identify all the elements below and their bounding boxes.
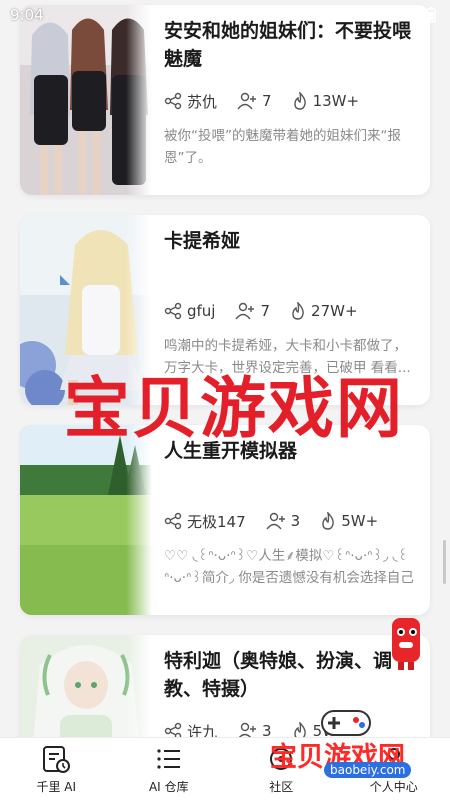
battery-icon [426,7,436,23]
share-icon [164,512,182,530]
card-description: 被你“投喂”的魅魔带着她的姐妹们来“报恩”了。 [164,128,401,166]
watermark-url: baobeiy.com [324,762,412,778]
character-card[interactable]: 人生重开模拟器 无极147 3 5W+ ♡♡ ◟꒰ᐢ·ᴗ·ᐢ꒱♡人生⸙模拟♡꒰ᐢ… [20,425,430,615]
flame-icon [292,302,304,320]
status-bar: 9:04 [0,0,450,30]
heat-meta: 27W+ [290,302,358,320]
status-icons [398,7,436,23]
calendar-clock-icon [43,745,71,773]
share-meta[interactable]: 许九 [164,721,218,738]
followers-meta: 7 [235,302,270,320]
status-time: 9:04 [10,6,44,24]
card-meta: 无极147 3 5W+ [164,509,418,533]
author-name: 许九 [187,722,218,738]
mascot-icon [392,618,420,670]
share-meta[interactable]: gfuj [164,302,215,320]
nav-label: 个人中心 [369,779,418,794]
followers-count: 7 [262,92,272,110]
followers-meta: 3 [237,722,272,737]
nav-item-ai-warehouse[interactable]: AI 仓库 [124,744,214,795]
character-card[interactable]: 安安和她的姐妹们：不要投喂魅魔 苏仇 7 13W+ 被你“投喂”的魅魔带着她的姐… [20,5,430,195]
wifi-icon [399,9,415,21]
followers-count: 3 [290,512,301,530]
heat-count: 5W+ [341,512,379,530]
card-meta: gfuj 7 27W+ [164,299,418,323]
author-name: 无极147 [187,512,246,531]
heat-count: 27W+ [311,302,358,320]
nav-item-qianli-ai[interactable]: 千里 AI [11,744,101,795]
card-title: 特利迦（奥特娘、扮演、调教、特摄） [164,650,393,700]
share-meta[interactable]: 无极147 [164,511,246,532]
share-icon [164,302,182,320]
scrollbar[interactable] [443,540,446,584]
add-user-icon [238,722,257,737]
share-meta[interactable]: 苏仇 [164,91,217,112]
card-title: 卡提希娅 [164,230,241,252]
add-user-icon [235,302,255,320]
heat-meta: 5W+ [320,512,378,530]
list-icon [157,748,180,769]
card-meta: 苏仇 7 13W+ [164,89,418,113]
card-description: ♡♡ ◟꒰ᐢ·ᴗ·ᐢ꒱♡人生⸙模拟♡꒰ᐢ·ᴗ·ᐢ꒱◞ ◟꒰ᐢ·ᴗ·ᐢ꒱简介◞ 你… [164,548,414,586]
followers-meta: 7 [237,92,272,110]
heat-meta: 13W+ [292,92,360,110]
character-thumbnail [20,5,152,195]
followers-meta: 3 [266,512,301,530]
share-icon [164,92,182,110]
add-user-icon [237,92,257,110]
author-name: gfuj [187,302,216,320]
author-name: 苏仇 [187,92,218,111]
watermark-text: 宝贝游戏网 [64,370,404,447]
character-thumbnail [20,635,152,737]
flame-icon [322,512,335,530]
nav-label: AI 仓库 [148,779,189,794]
flame-icon [293,92,306,110]
followers-count: 7 [260,302,271,320]
add-user-icon [266,512,285,530]
character-thumbnail [20,425,152,615]
nav-label: 千里 AI [36,779,77,794]
heat-count: 13W+ [312,92,360,110]
share-icon [164,722,182,737]
nav-label: 社区 [269,779,294,794]
